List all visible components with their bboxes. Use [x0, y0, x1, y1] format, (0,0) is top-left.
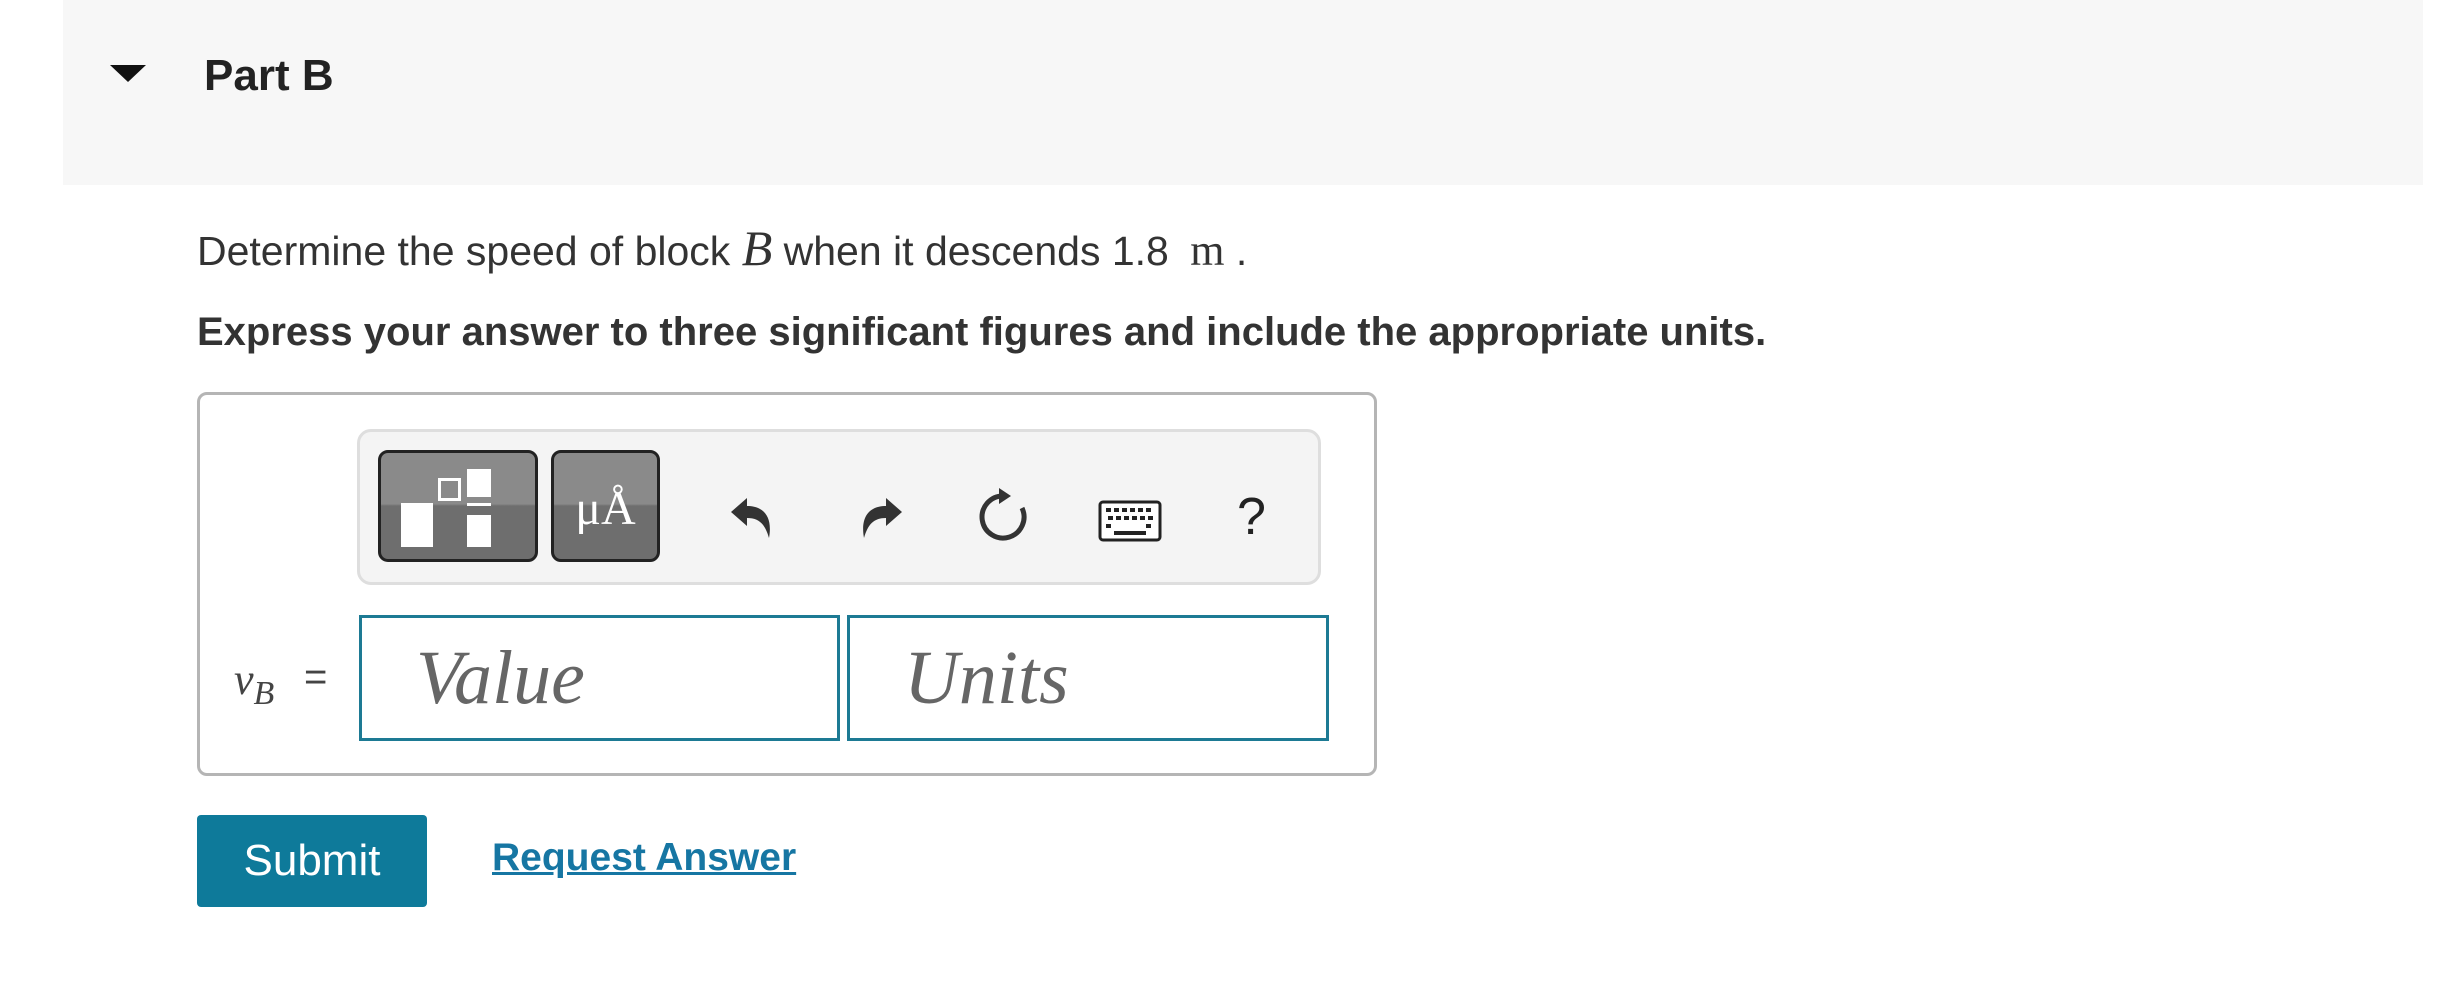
- submit-button[interactable]: Submit: [197, 815, 427, 907]
- undo-icon[interactable]: [721, 486, 781, 546]
- reset-icon[interactable]: [973, 486, 1033, 546]
- answer-variable-label: vB: [234, 655, 274, 719]
- keyboard-icon[interactable]: [1098, 498, 1162, 546]
- page: Part B Determine the speed of block B wh…: [0, 0, 2457, 999]
- question-text: Determine the speed of block B when it d…: [197, 218, 1247, 281]
- question-unit: m: [1190, 226, 1225, 275]
- question-text-middle: when it descends 1.8: [772, 228, 1181, 274]
- question-text-before: Determine the speed of block: [197, 228, 742, 274]
- part-header: [63, 0, 2423, 185]
- part-title: Part B: [204, 51, 334, 100]
- collapse-toggle-icon[interactable]: [110, 65, 146, 82]
- answer-variable: v: [234, 655, 254, 704]
- instruction-text: Express your answer to three significant…: [197, 310, 1767, 354]
- question-variable: B: [741, 220, 773, 276]
- answer-variable-subscript: B: [253, 675, 275, 712]
- redo-icon[interactable]: [852, 486, 912, 546]
- units-icon: μÅ: [575, 482, 636, 535]
- units-input[interactable]: [847, 615, 1329, 741]
- request-answer-link[interactable]: Request Answer: [492, 833, 796, 883]
- units-button[interactable]: μÅ: [551, 450, 660, 562]
- question-text-after: .: [1224, 228, 1248, 274]
- value-input[interactable]: [359, 615, 840, 741]
- templates-button[interactable]: [378, 450, 538, 562]
- equals-sign: =: [304, 655, 328, 699]
- help-icon[interactable]: ?: [1237, 487, 1266, 547]
